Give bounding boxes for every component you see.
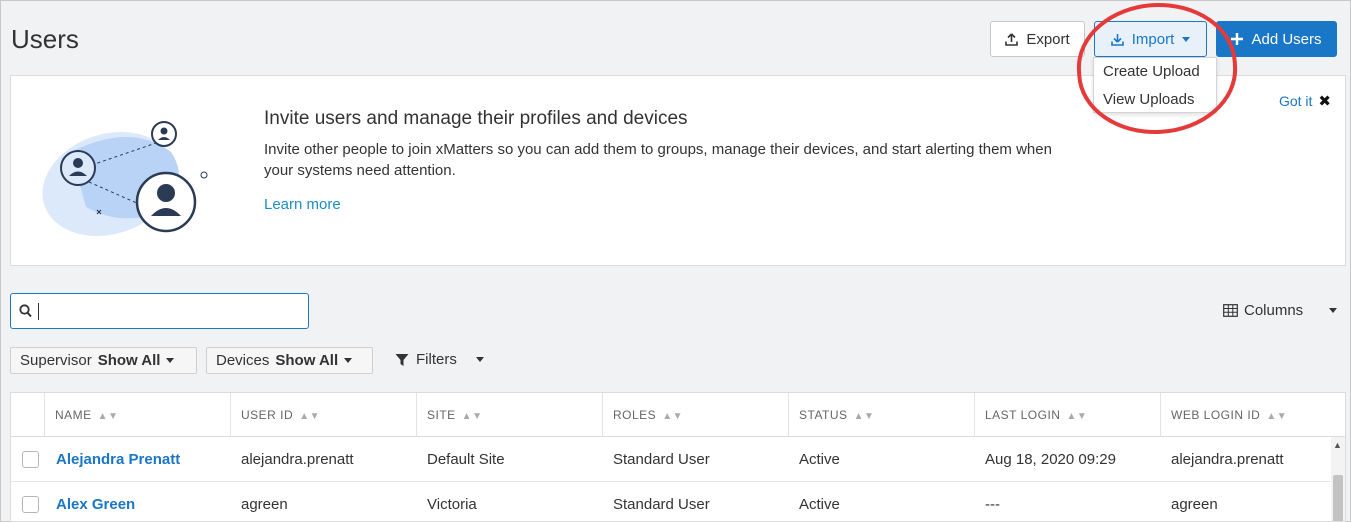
cell-last-login: --- [985,496,1000,513]
learn-more-link[interactable]: Learn more [264,196,341,213]
columns-button[interactable]: Columns [1223,302,1338,319]
chevron-down-icon [1329,308,1338,313]
columns-label: Columns [1244,302,1304,319]
row-checkbox[interactable] [22,496,39,513]
cell-roles: Standard User [613,496,710,513]
devices-filter-value: Show All [275,352,339,369]
cell-last-login: Aug 18, 2020 09:29 [985,451,1116,468]
devices-filter-label: Devices [216,352,270,369]
cell-site: Victoria [427,496,477,513]
column-header-label: SITE [427,408,456,422]
add-users-button[interactable]: Add Users [1216,21,1337,57]
cell-roles: Standard User [613,451,710,468]
sort-icon: ▲▼ [853,411,875,422]
chevron-down-icon [1182,36,1191,42]
chevron-down-icon [475,357,484,362]
got-it-label: Got it [1278,93,1313,109]
cell-status: Active [799,451,840,468]
cell-site: Default Site [427,451,505,468]
export-label: Export [1026,30,1070,48]
banner-description: Invite other people to join xMatters so … [264,141,1052,179]
search-input[interactable] [36,300,301,322]
search-icon [19,304,32,318]
user-name-link[interactable]: Alejandra Prenatt [46,437,180,482]
banner-title: Invite users and manage their profiles a… [264,108,688,129]
column-header-user-id[interactable]: USER ID ▲▼ [230,393,416,437]
column-header-site[interactable]: SITE ▲▼ [416,393,602,437]
chevron-down-icon [344,358,353,363]
import-button[interactable]: Import [1094,21,1207,57]
sort-icon: ▲▼ [299,411,320,422]
column-header-label: ROLES [613,408,657,422]
cell-user-id: alejandra.prenatt [241,451,354,468]
sort-icon: ▲▼ [97,411,119,422]
import-label: Import [1131,30,1175,48]
filters-label: Filters [416,351,457,368]
column-header-web-login-id[interactable]: WEB LOGIN ID ▲▼ [1160,393,1345,437]
sort-icon: ▲▼ [1266,411,1288,422]
column-header-label: LAST LOGIN [985,408,1061,422]
cell-web-login-id: agreen [1171,496,1218,513]
text-cursor [38,303,39,320]
cell-status: Active [799,496,840,513]
column-header-label: USER ID [241,408,294,422]
column-header-name[interactable]: NAME ▲▼ [44,393,230,437]
plus-icon [1231,33,1244,45]
menu-item-view-uploads[interactable]: View Uploads [1094,86,1216,114]
table-header: NAME ▲▼ USER ID ▲▼ SITE ▲▼ ROLES ▲▼ STATUS ▲▼… [11,393,1345,437]
row-checkbox[interactable] [22,451,39,468]
chevron-down-icon [166,358,175,363]
table-scrollbar[interactable]: ▲ [1331,437,1345,521]
page-title: Users [11,24,79,54]
users-table: NAME ▲▼ USER ID ▲▼ SITE ▲▼ ROLES ▲▼ STATUS ▲▼… [10,392,1346,522]
import-dropdown-menu: Create Upload View Uploads [1093,57,1217,113]
table-row[interactable]: Alejandra Prenatt alejandra.prenatt Defa… [11,437,1345,482]
menu-item-create-upload[interactable]: Create Upload [1094,58,1216,86]
cell-web-login-id: alejandra.prenatt [1171,451,1284,468]
sort-icon: ▲▼ [662,411,683,422]
sort-icon: ▲▼ [461,411,483,422]
column-header-last-login[interactable]: LAST LOGIN ▲▼ [974,393,1160,437]
search-box[interactable] [10,293,309,329]
cell-user-id: agreen [241,496,288,513]
upload-icon [1005,32,1019,46]
funnel-icon [395,353,409,366]
supervisor-filter-label: Supervisor [20,352,92,369]
scroll-thumb[interactable] [1333,475,1343,521]
got-it-button[interactable]: Got it ✖ [1279,92,1331,110]
filters-button[interactable]: Filters [395,351,484,368]
users-illustration [42,121,208,236]
supervisor-filter[interactable]: Supervisor Show All [10,347,197,374]
close-icon: ✖ [1318,93,1331,110]
column-header-label: WEB LOGIN ID [1171,408,1261,422]
column-header-label: NAME [55,408,92,422]
user-name-link[interactable]: Alex Green [46,482,135,521]
supervisor-filter-value: Show All [97,352,161,369]
scroll-up-icon[interactable]: ▲ [1333,440,1342,450]
export-button[interactable]: Export [990,21,1085,57]
devices-filter[interactable]: Devices Show All [206,347,373,374]
grid-icon [1223,304,1238,317]
add-users-label: Add Users [1251,30,1322,48]
sort-icon: ▲▼ [1066,411,1088,422]
column-header-roles[interactable]: ROLES ▲▼ [602,393,788,437]
column-header-status[interactable]: STATUS ▲▼ [788,393,974,437]
column-header-label: STATUS [799,408,848,422]
table-row[interactable]: Alex Green agreen Victoria Standard User… [11,482,1345,521]
download-icon [1110,33,1124,46]
